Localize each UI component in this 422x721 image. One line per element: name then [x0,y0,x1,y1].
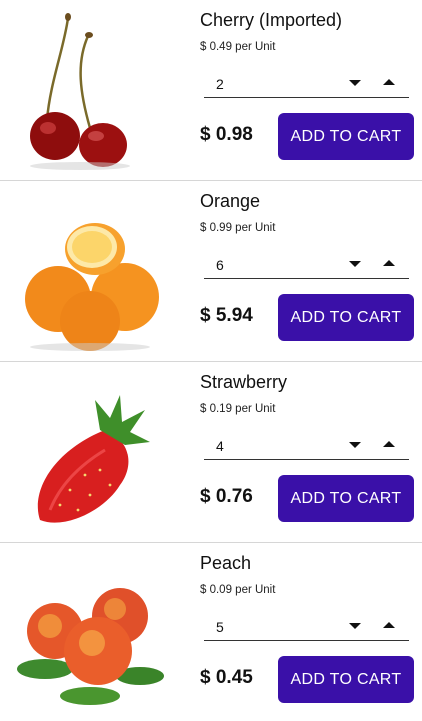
unit-price: $ 0.99 per Unit [200,222,276,234]
unit-price: $ 0.09 per Unit [200,584,276,596]
product-card-cherry: Cherry (Imported) $ 0.49 per Unit 2 $ 0.… [0,0,422,181]
quantity-selector[interactable]: 6 [204,247,409,279]
add-to-cart-button[interactable]: ADD TO CART [278,475,414,522]
cherry-image [10,8,170,173]
add-to-cart-button[interactable]: ADD TO CART [278,656,414,703]
quantity-value: 6 [216,257,224,273]
product-name: Strawberry [200,372,288,392]
increment-arrow-icon[interactable] [383,260,395,266]
product-list: Cherry (Imported) $ 0.49 per Unit 2 $ 0.… [0,0,422,721]
product-name: Cherry (Imported) [200,10,343,30]
increment-arrow-icon[interactable] [383,441,395,447]
decrement-arrow-icon[interactable] [349,261,361,267]
add-to-cart-button[interactable]: ADD TO CART [278,113,414,160]
decrement-arrow-icon[interactable] [349,623,361,629]
increment-arrow-icon[interactable] [383,79,395,85]
total-price: $ 0.76 [200,486,253,507]
total-price: $ 5.94 [200,305,253,326]
unit-price: $ 0.19 per Unit [200,403,276,415]
decrement-arrow-icon[interactable] [349,442,361,448]
product-name: Orange [200,191,261,211]
quantity-selector[interactable]: 5 [204,609,409,641]
peach-image [10,551,170,716]
quantity-selector[interactable]: 2 [204,66,409,98]
add-to-cart-button[interactable]: ADD TO CART [278,294,414,341]
product-card-peach: Peach $ 0.09 per Unit 5 $ 0.45 ADD TO CA… [0,543,422,721]
unit-price: $ 0.49 per Unit [200,41,276,53]
quantity-value: 2 [216,76,224,92]
increment-arrow-icon[interactable] [383,622,395,628]
orange-image [10,189,170,354]
product-name: Peach [200,553,252,573]
decrement-arrow-icon[interactable] [349,80,361,86]
product-card-strawberry: Strawberry $ 0.19 per Unit 4 $ 0.76 ADD … [0,362,422,543]
strawberry-image [10,370,170,535]
quantity-value: 4 [216,438,224,454]
quantity-value: 5 [216,619,224,635]
product-card-orange: Orange $ 0.99 per Unit 6 $ 5.94 ADD TO C… [0,181,422,362]
quantity-selector[interactable]: 4 [204,428,409,460]
total-price: $ 0.98 [200,124,253,145]
total-price: $ 0.45 [200,667,253,688]
